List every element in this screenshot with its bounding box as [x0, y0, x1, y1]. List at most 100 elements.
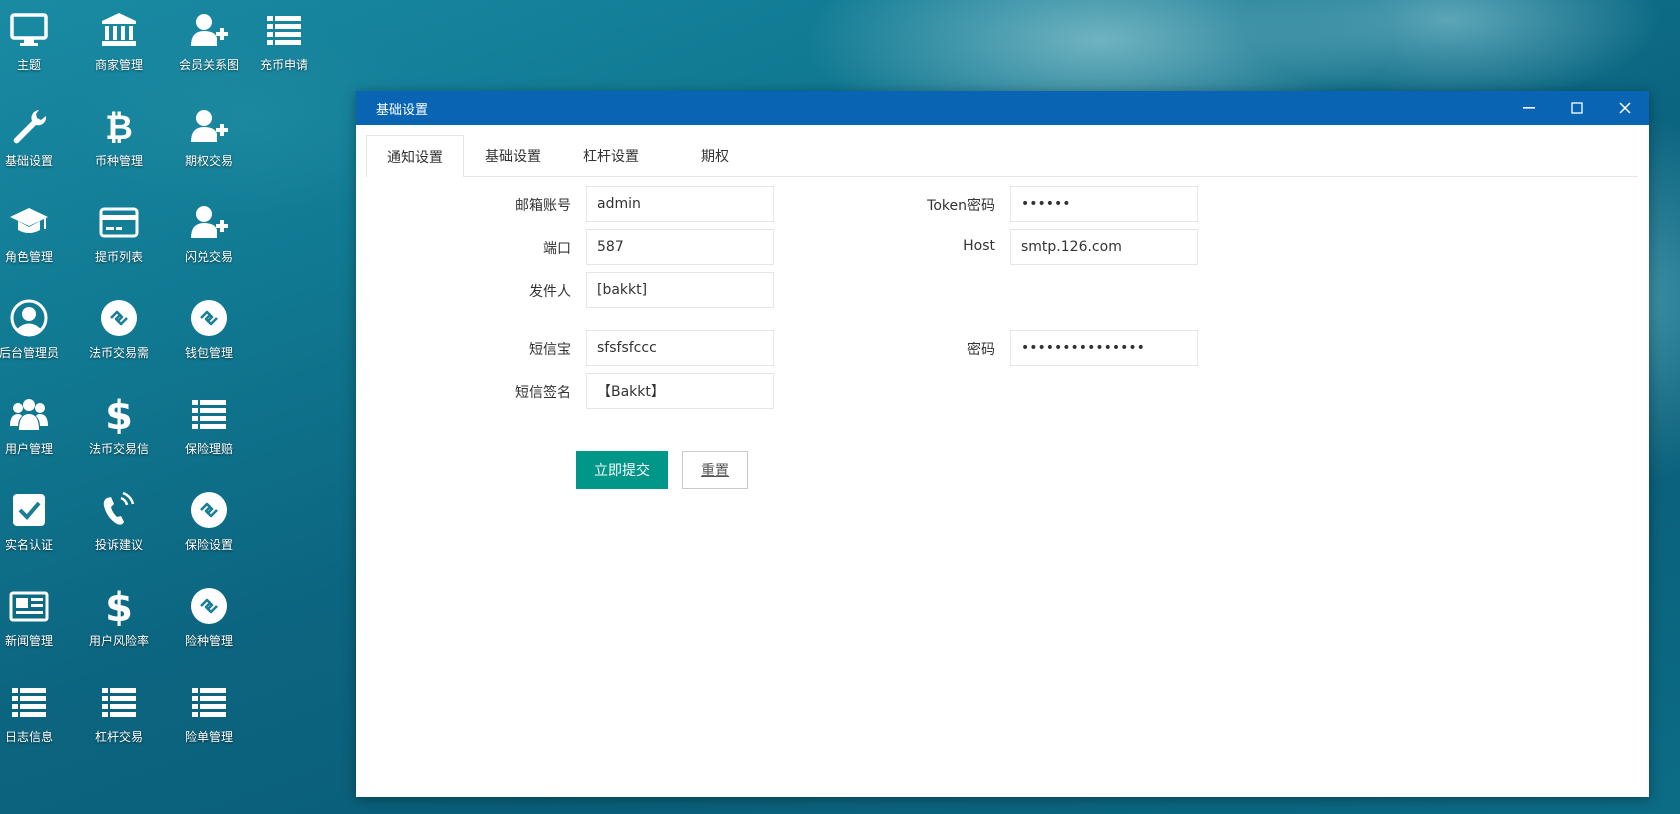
svg-text:₿: ₿: [105, 108, 133, 146]
desktop-icon-label: 保险设置: [184, 538, 233, 552]
desktop-icon-9[interactable]: 提币列表: [77, 192, 161, 272]
desktop-icon-23[interactable]: 日志信息: [0, 672, 71, 752]
check-square-icon: [7, 488, 51, 532]
desktop-icon-label: 闪兑交易: [184, 250, 233, 264]
desktop-icon-label: 杠杆交易: [94, 730, 143, 744]
bank-icon: [97, 8, 141, 52]
tab-options[interactable]: 期权: [680, 135, 750, 176]
desktop-icon-label: 新闻管理: [4, 634, 53, 648]
port-label: 端口: [543, 241, 571, 257]
email-account-input[interactable]: [586, 186, 774, 222]
bitcoin-icon: ₿: [97, 104, 141, 148]
desktop-icon-label: 商家管理: [94, 58, 143, 72]
maximize-button[interactable]: [1553, 91, 1601, 125]
submit-button[interactable]: 立即提交: [576, 451, 668, 489]
credit-card-icon: [97, 200, 141, 244]
desktop-icon-21[interactable]: $ 用户风险率: [77, 576, 161, 656]
token-password-label: Token密码: [927, 198, 995, 214]
desktop-icon-label: 投诉建议: [94, 538, 143, 552]
desktop-icon-label: 法币交易需: [88, 346, 149, 360]
desktop-icon-8[interactable]: 角色管理: [0, 192, 71, 272]
desktop-icon-label: 会员关系图: [178, 58, 239, 72]
dollar-icon: $: [97, 392, 141, 436]
host-input[interactable]: [1010, 229, 1198, 265]
list-icon: [187, 680, 231, 724]
close-button[interactable]: [1601, 91, 1649, 125]
sms-bao-input[interactable]: [586, 330, 774, 366]
desktop-icon-17[interactable]: 实名认证: [0, 480, 71, 560]
desktop-icon-label: 主题: [16, 58, 41, 72]
port-input[interactable]: [586, 229, 774, 265]
user-add-icon: [187, 104, 231, 148]
svg-text:$: $: [105, 586, 133, 626]
desktop-icon-10[interactable]: 闪兑交易: [167, 192, 251, 272]
tab-notification-settings[interactable]: 通知设置: [366, 135, 464, 177]
desktop-icon-label: 用户管理: [4, 442, 53, 456]
tab-leverage-settings[interactable]: 杠杆设置: [562, 135, 680, 176]
desktop-icon-1[interactable]: 主题: [0, 0, 71, 80]
minimize-button[interactable]: [1505, 91, 1553, 125]
desktop-icon-3[interactable]: 会员关系图: [167, 0, 251, 80]
email-account-label: 邮箱账号: [515, 198, 571, 214]
desktop-icon-label: 基础设置: [4, 154, 53, 168]
password-label: 密码: [967, 342, 995, 358]
svg-text:$: $: [105, 394, 133, 434]
desktop-icon-7[interactable]: 期权交易: [167, 96, 251, 176]
desktop-icon-label: 日志信息: [4, 730, 53, 744]
desktop-icon-15[interactable]: $ 法币交易信: [77, 384, 161, 464]
desktop-icon-label: 实名认证: [4, 538, 53, 552]
desktop-icon-label: 用户风险率: [88, 634, 149, 648]
desktop-icon-5[interactable]: 基础设置: [0, 96, 71, 176]
window-titlebar[interactable]: 基础设置: [356, 91, 1649, 125]
token-password-input[interactable]: [1010, 186, 1198, 222]
maximize-icon: [1571, 102, 1583, 114]
desktop-icon-16[interactable]: 保险理赔: [167, 384, 251, 464]
desktop-icon-18[interactable]: 投诉建议: [77, 480, 161, 560]
notification-form: 邮箱账号 Token密码 端口 Host 发件人 短信宝 密码 短信签名 立即提…: [356, 91, 1649, 797]
list-icon: [97, 680, 141, 724]
desktop-icon-24[interactable]: 杠杆交易: [77, 672, 161, 752]
phone-icon: [97, 488, 141, 532]
sender-label: 发件人: [529, 284, 571, 300]
tab-basic-settings[interactable]: 基础设置: [464, 135, 562, 176]
desktop-icon-13[interactable]: 钱包管理: [167, 288, 251, 368]
user-add-icon: [187, 200, 231, 244]
monitor-icon: [7, 8, 51, 52]
desktop-icon-14[interactable]: 用户管理: [0, 384, 71, 464]
swap-icon: [97, 296, 141, 340]
list-icon: [262, 8, 306, 52]
swap-icon: [187, 584, 231, 628]
users-icon: [7, 392, 51, 436]
wrench-icon: [7, 104, 51, 148]
host-label: Host: [963, 238, 995, 254]
sms-bao-label: 短信宝: [529, 342, 571, 358]
sms-signature-label: 短信签名: [515, 385, 571, 401]
desktop-icon-label: 法币交易信: [88, 442, 149, 456]
desktop-icon-4[interactable]: 充币申请: [242, 0, 326, 80]
desktop-icon-label: 险单管理: [184, 730, 233, 744]
settings-window: 基础设置 通知设置 基础设置 杠杆设置 期权 邮箱账号 Token密码 端口: [356, 91, 1649, 797]
desktop-icon-2[interactable]: 商家管理: [77, 0, 161, 80]
desktop-icon-22[interactable]: 险种管理: [167, 576, 251, 656]
desktop-icon-11[interactable]: 后台管理员: [0, 288, 71, 368]
password-input[interactable]: [1010, 330, 1198, 366]
swap-icon: [187, 488, 231, 532]
desktop-icon-label: 保险理赔: [184, 442, 233, 456]
desktop-icon-6[interactable]: ₿ 币种管理: [77, 96, 161, 176]
desktop-icon-25[interactable]: 险单管理: [167, 672, 251, 752]
desktop-icon-20[interactable]: 新闻管理: [0, 576, 71, 656]
user-add-icon: [187, 8, 231, 52]
user-circle-icon: [7, 296, 51, 340]
sender-input[interactable]: [586, 272, 774, 308]
desktop-icon-12[interactable]: 法币交易需: [77, 288, 161, 368]
reset-button[interactable]: 重置: [682, 451, 748, 489]
desktop-icon-label: 后台管理员: [0, 346, 59, 360]
desktop-icon-19[interactable]: 保险设置: [167, 480, 251, 560]
window-title: 基础设置: [376, 102, 429, 118]
dollar-icon: $: [97, 584, 141, 628]
sms-signature-input[interactable]: [586, 373, 774, 409]
desktop-icon-label: 期权交易: [184, 154, 233, 168]
minimize-icon: [1523, 107, 1535, 109]
close-icon: [1619, 102, 1631, 114]
list-icon: [7, 680, 51, 724]
